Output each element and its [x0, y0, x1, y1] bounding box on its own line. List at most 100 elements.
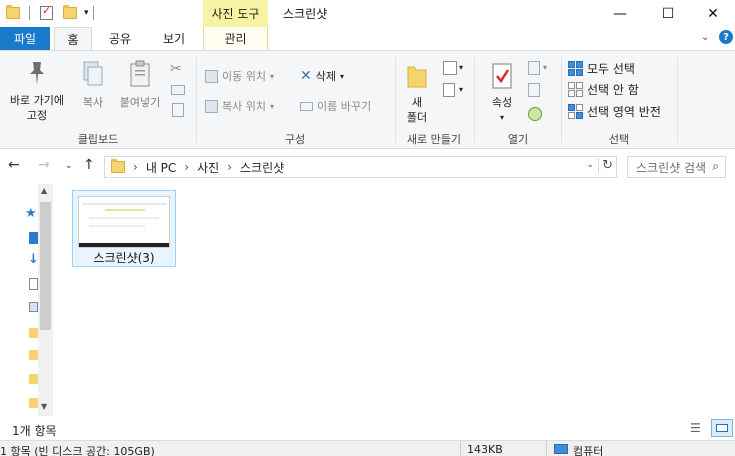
search-placeholder: 스크린샷 검색: [636, 160, 707, 175]
documents-icon[interactable]: [29, 278, 38, 290]
copy-to-button[interactable]: 복사 위치 ▾: [205, 97, 274, 115]
invert-selection-button[interactable]: 선택 영역 반전: [568, 102, 661, 120]
tab-manage[interactable]: 관리: [203, 27, 268, 50]
group-label-select: 선택: [608, 133, 630, 146]
group-label-open: 열기: [507, 133, 529, 146]
paste-icon: [130, 60, 150, 87]
ribbon-tabs: 파일 홈 공유 보기 관리 ⌄ ?: [0, 27, 735, 51]
copy-button[interactable]: 복사: [76, 59, 110, 110]
scroll-up-icon[interactable]: ▲: [41, 186, 47, 195]
open-icon[interactable]: [528, 61, 540, 75]
paste-shortcut-icon[interactable]: [172, 103, 184, 117]
help-icon[interactable]: ?: [719, 30, 733, 44]
back-arrow-icon[interactable]: ←: [8, 157, 20, 173]
delete-button[interactable]: ✕ 삭제 ▾: [300, 67, 344, 85]
tab-view[interactable]: 보기: [150, 27, 198, 50]
search-icon: ⌕: [712, 159, 719, 173]
history-icon[interactable]: [528, 107, 542, 121]
divider: [92, 6, 94, 20]
computer-icon: [554, 444, 568, 454]
cut-icon[interactable]: ✂: [170, 61, 182, 77]
pin-label-line1: 바로 가기에: [9, 94, 65, 107]
new-folder-label-line1: 새: [411, 96, 423, 109]
invert-selection-icon: [568, 103, 583, 119]
ribbon: 바로 가기에 고정 복사 붙여넣기 ✂ 클립보드 이동 위치 ▾ 복사 위치 ▾…: [0, 50, 735, 149]
details-status-bar: 1 항목 (빈 디스크 공간: 105GB) 143KB 컴퓨터: [0, 440, 735, 456]
copy-path-icon[interactable]: [171, 85, 185, 95]
divider: [29, 6, 30, 20]
file-item[interactable]: 스크린샷(3): [72, 190, 176, 267]
chevron-down-icon: ▾: [269, 101, 274, 111]
nav-scrollbar-thumb[interactable]: [40, 202, 51, 330]
refresh-icon[interactable]: ↻: [598, 158, 613, 173]
folder-icon: [111, 159, 125, 173]
up-arrow-icon[interactable]: ↑: [83, 157, 95, 173]
quick-access-star-icon[interactable]: ★: [25, 206, 37, 221]
breadcrumb-item[interactable]: 사진: [197, 159, 219, 176]
group-divider: [474, 57, 475, 143]
status-bar: 1개 항목 ☰: [0, 416, 735, 440]
chevron-down-icon[interactable]: ▾: [459, 85, 463, 94]
pictures-icon[interactable]: [29, 302, 38, 312]
address-path[interactable]: › 내 PC › 사진 › 스크린샷 ⌄ ↻: [104, 156, 617, 178]
edit-icon[interactable]: [528, 83, 540, 97]
select-all-icon: [568, 60, 583, 76]
collapse-ribbon-icon[interactable]: ⌄: [701, 32, 709, 43]
context-tab-picture-tools: 사진 도구: [203, 0, 268, 27]
folder-icon[interactable]: [29, 350, 38, 360]
window-title: 스크린샷: [283, 7, 328, 21]
close-button[interactable]: ✕: [690, 0, 735, 27]
paste-button[interactable]: 붙여넣기: [115, 59, 165, 110]
new-folder-icon[interactable]: [63, 5, 77, 19]
tab-share[interactable]: 공유: [96, 27, 144, 50]
new-item-icon[interactable]: [443, 61, 457, 75]
forward-arrow-icon[interactable]: →: [38, 157, 50, 173]
minimize-button[interactable]: —: [597, 0, 643, 27]
rename-button[interactable]: 이름 바꾸기: [300, 97, 371, 115]
invert-selection-label: 선택 영역 반전: [587, 104, 661, 119]
customize-qa-icon[interactable]: ▾: [84, 8, 89, 18]
copy-icon: [83, 61, 103, 86]
select-all-label: 모두 선택: [587, 61, 635, 76]
new-folder-button[interactable]: 새 폴더: [400, 61, 434, 125]
breadcrumb-item[interactable]: 내 PC: [146, 159, 176, 176]
recent-locations-icon[interactable]: ⌄: [65, 161, 73, 171]
chevron-down-icon[interactable]: ▾: [543, 63, 547, 72]
pin-to-quick-access-button[interactable]: 바로 가기에 고정: [4, 59, 70, 123]
file-name: 스크린샷(3): [93, 251, 155, 265]
chevron-right-icon[interactable]: ›: [227, 160, 232, 174]
move-to-button[interactable]: 이동 위치 ▾: [205, 67, 274, 85]
delete-label: 삭제: [315, 70, 336, 83]
chevron-right-icon[interactable]: ›: [184, 160, 189, 174]
large-icons-view-icon[interactable]: [711, 419, 733, 437]
folder-icon: [6, 5, 20, 19]
group-divider: [677, 57, 678, 143]
chevron-down-icon: ▾: [339, 71, 344, 81]
chevron-down-icon[interactable]: ▾: [459, 63, 463, 72]
folder-icon[interactable]: [29, 398, 38, 408]
maximize-button[interactable]: ☐: [645, 0, 691, 27]
easy-access-icon[interactable]: [443, 83, 455, 97]
select-none-button[interactable]: 선택 안 함: [568, 80, 639, 98]
image-thumbnail: [78, 196, 170, 248]
tab-file[interactable]: 파일: [0, 27, 50, 50]
properties-button[interactable]: 속성 ▾: [482, 61, 522, 125]
pin-icon: [30, 62, 44, 85]
group-label-new: 새로 만들기: [406, 133, 462, 146]
new-folder-label-line2: 폴더: [406, 111, 428, 124]
scroll-down-icon[interactable]: ▼: [41, 402, 47, 411]
properties-icon[interactable]: [40, 4, 53, 20]
folder-icon[interactable]: [29, 374, 38, 384]
search-input[interactable]: 스크린샷 검색 ⌕: [627, 156, 726, 178]
chevron-right-icon[interactable]: ›: [133, 160, 138, 174]
folder-icon[interactable]: [29, 328, 38, 338]
address-history-icon[interactable]: ⌄: [586, 160, 594, 170]
rename-label: 이름 바꾸기: [317, 100, 372, 113]
breadcrumb-item[interactable]: 스크린샷: [240, 159, 284, 176]
chevron-down-icon: ▾: [499, 113, 504, 122]
tab-home[interactable]: 홈: [54, 27, 92, 51]
disk-space-text: 1 항목 (빈 디스크 공간: 105GB): [0, 445, 155, 456]
details-view-icon[interactable]: ☰: [690, 421, 701, 435]
select-all-button[interactable]: 모두 선택: [568, 59, 635, 77]
desktop-icon[interactable]: [29, 232, 38, 244]
